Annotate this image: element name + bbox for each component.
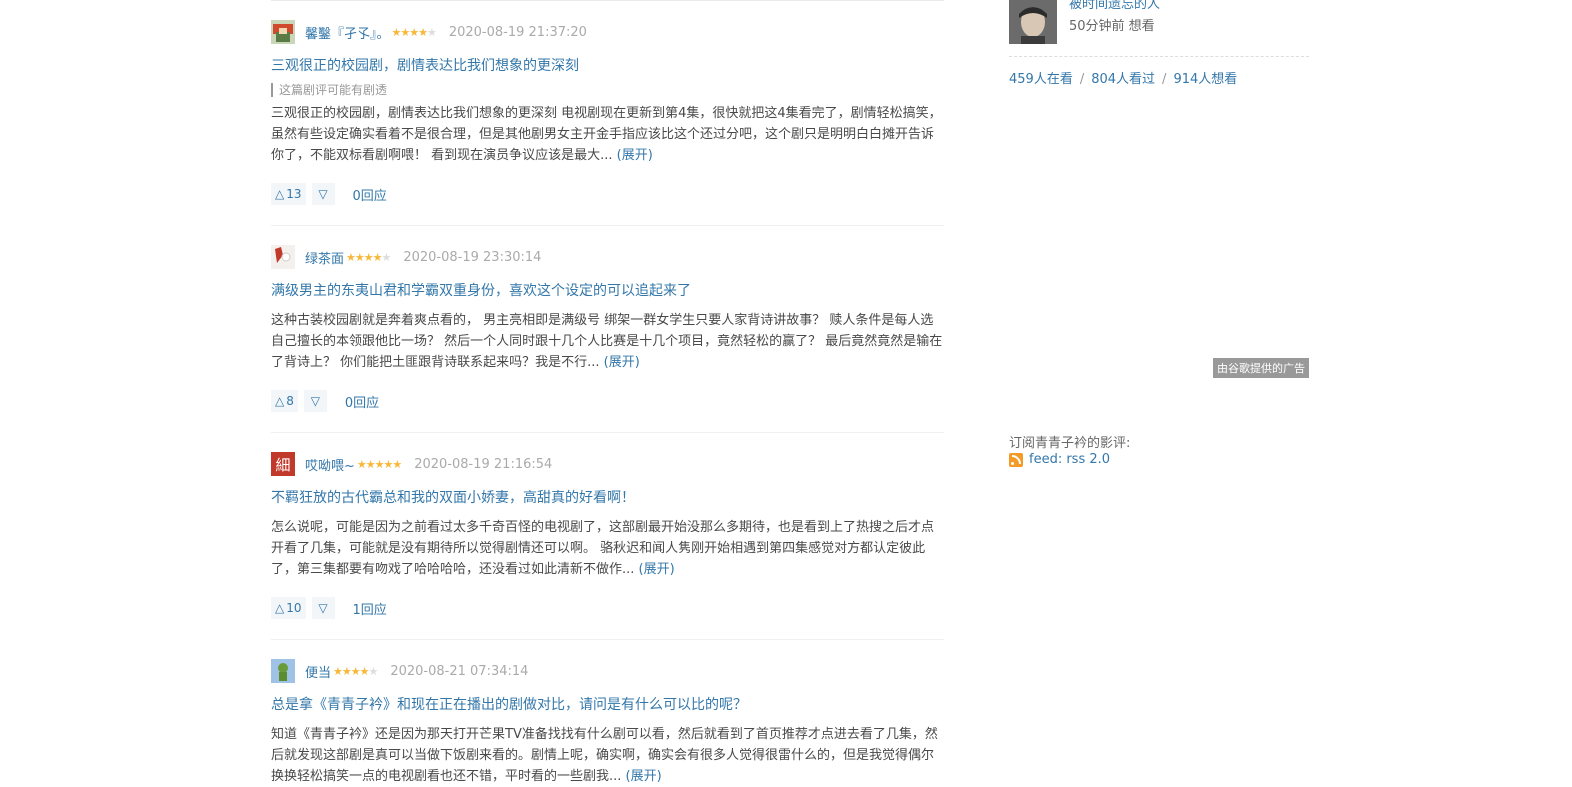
review-body-text: 怎么说呢，可能是因为之前看过太多千奇百怪的电视剧了，这部剧最开始没那么多期待，也…	[271, 520, 935, 577]
rating-stars: ★★★★★	[356, 457, 402, 471]
rss-feed[interactable]: feed: rss 2.0	[1009, 452, 1110, 467]
wisher-name[interactable]: 被时间遗忘的人	[1069, 0, 1160, 12]
watched-link[interactable]: 804人看过	[1091, 72, 1155, 87]
separator: /	[1162, 72, 1167, 87]
expand-link[interactable]: (展开)	[604, 355, 640, 370]
downvote-button[interactable]: ▽	[311, 597, 335, 619]
review-title[interactable]: 三观很正的校园剧，剧情表达比我们想象的更深刻	[271, 55, 579, 75]
triangle-up-icon: △	[275, 187, 285, 201]
triangle-up-icon: △	[275, 601, 285, 615]
review-actions: △ 10 ▽ 1回应	[271, 597, 387, 619]
rating-stars: ★★★★★	[391, 25, 437, 39]
review-body: 三观很正的校园剧，剧情表达比我们想象的更深刻 电视剧现在更新到第4集，很快就把这…	[271, 103, 944, 166]
review-time: 2020-08-19 21:37:20	[448, 24, 587, 40]
recent-wisher: 被时间遗忘的人 50分钟前 想看	[1009, 0, 1309, 57]
review-header: 細 哎呦喂~ ★★★★★ 2020-08-19 21:16:54	[271, 452, 552, 476]
avatar[interactable]	[271, 245, 295, 269]
review-author[interactable]: 绿茶面	[305, 248, 344, 267]
subscribe-label: 订阅青青子衿的影评:	[1009, 436, 1131, 451]
review-body-text: 三观很正的校园剧，剧情表达比我们想象的更深刻 电视剧现在更新到第4集，很快就把这…	[271, 106, 942, 163]
downvote-button[interactable]: ▽	[303, 390, 327, 412]
reviews-list: 馨鑿『孑孓』。 ★★★★★ 2020-08-19 21:37:20 三观很正的校…	[271, 0, 944, 784]
watch-stats: 459人在看 / 804人看过 / 914人想看	[1009, 68, 1237, 87]
rating-stars: ★★★★★	[333, 664, 378, 678]
expand-link[interactable]: (展开)	[617, 148, 653, 163]
want-link[interactable]: 914人想看	[1173, 72, 1237, 87]
ad-label[interactable]: 由谷歌提供的广告	[1213, 358, 1309, 378]
upvote-count: 13	[286, 187, 302, 201]
avatar[interactable]	[271, 659, 295, 683]
review-body: 知道《青青子衿》还是因为那天打开芒果TV准备找找有什么剧可以看，然后就看到了首页…	[271, 724, 944, 787]
upvote-button[interactable]: △ 13	[271, 183, 306, 205]
review-header: 绿茶面 ★★★★★ 2020-08-19 23:30:14	[271, 245, 541, 269]
upvote-count: 10	[286, 601, 302, 615]
upvote-count: 8	[286, 394, 294, 408]
review-actions: △ 8 ▽ 0回应	[271, 390, 379, 412]
replies-link[interactable]: 0回应	[353, 185, 387, 204]
avatar[interactable]: 細	[271, 452, 295, 476]
review-body: 怎么说呢，可能是因为之前看过太多千奇百怪的电视剧了，这部剧最开始没那么多期待，也…	[271, 517, 944, 580]
avatar[interactable]	[1009, 0, 1057, 44]
review-title[interactable]: 满级男主的东夷山君和学霸双重身份，喜欢这个设定的可以追起来了	[271, 280, 691, 300]
review-author[interactable]: 馨鑿『孑孓』。	[305, 23, 390, 42]
review-time: 2020-08-21 07:34:14	[390, 663, 529, 679]
review-item: 細 哎呦喂~ ★★★★★ 2020-08-19 21:16:54 不羁狂放的古代…	[271, 432, 944, 639]
upvote-button[interactable]: △ 10	[271, 597, 306, 619]
review-header: 便当 ★★★★★ 2020-08-21 07:34:14	[271, 659, 528, 683]
review-item: 便当 ★★★★★ 2020-08-21 07:34:14 总是拿《青青子衿》和现…	[271, 639, 944, 784]
review-item: 馨鑿『孑孓』。 ★★★★★ 2020-08-19 21:37:20 三观很正的校…	[271, 0, 944, 225]
rss-feed-link[interactable]: feed: rss 2.0	[1029, 452, 1110, 467]
expand-link[interactable]: (展开)	[626, 769, 662, 784]
triangle-down-icon: ▽	[318, 187, 328, 201]
triangle-down-icon: ▽	[310, 394, 320, 408]
review-title[interactable]: 总是拿《青青子衿》和现在正在播出的剧做对比，请问是有什么可以比的呢？	[271, 694, 747, 714]
svg-text:細: 細	[275, 456, 290, 474]
review-author[interactable]: 哎呦喂~	[305, 455, 355, 474]
rating-stars: ★★★★★	[346, 250, 391, 264]
review-time: 2020-08-19 21:16:54	[414, 456, 553, 472]
expand-link[interactable]: (展开)	[639, 562, 675, 577]
review-title[interactable]: 不羁狂放的古代霸总和我的双面小娇妻，高甜真的好看啊！	[271, 487, 635, 507]
review-body: 这种古装校园剧就是奔着爽点看的， 男主亮相即是满级号 绑架一群女学生只要人家背诗…	[271, 310, 944, 373]
review-item: 绿茶面 ★★★★★ 2020-08-19 23:30:14 满级男主的东夷山君和…	[271, 225, 944, 432]
triangle-down-icon: ▽	[318, 601, 328, 615]
upvote-button[interactable]: △ 8	[271, 390, 298, 412]
watching-link[interactable]: 459人在看	[1009, 72, 1073, 87]
triangle-up-icon: △	[275, 394, 285, 408]
review-actions: △ 13 ▽ 0回应	[271, 183, 387, 205]
replies-link[interactable]: 0回应	[345, 392, 379, 411]
separator: /	[1079, 72, 1085, 87]
avatar[interactable]	[271, 20, 295, 44]
rss-icon	[1009, 452, 1023, 467]
review-time: 2020-08-19 23:30:14	[403, 249, 542, 265]
review-header: 馨鑿『孑孓』。 ★★★★★ 2020-08-19 21:37:20	[271, 20, 587, 44]
review-body-text: 知道《青青子衿》还是因为那天打开芒果TV准备找找有什么剧可以看，然后就看到了首页…	[271, 727, 938, 784]
downvote-button[interactable]: ▽	[311, 183, 335, 205]
replies-link[interactable]: 1回应	[353, 599, 387, 618]
wisher-status: 50分钟前 想看	[1069, 19, 1155, 34]
review-author[interactable]: 便当	[305, 662, 331, 681]
spoiler-warning: 这篇剧评可能有剧透	[271, 83, 387, 97]
ad-slot: 由谷歌提供的广告	[1009, 100, 1309, 380]
